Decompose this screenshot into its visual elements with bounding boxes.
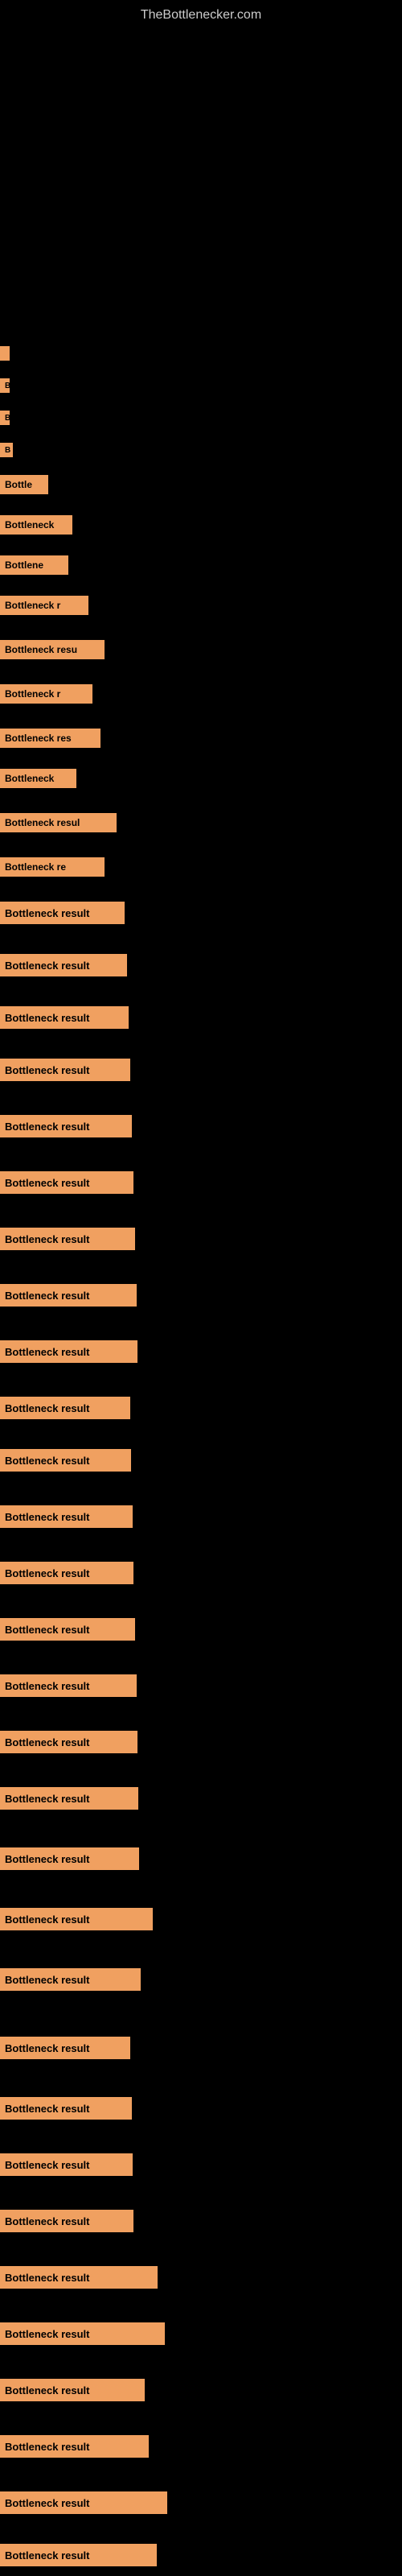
bar-row: Bottleneck result <box>0 1968 141 1991</box>
bottleneck-bar: Bottleneck result <box>0 2435 149 2458</box>
bottleneck-bar: Bottleneck r <box>0 684 92 704</box>
bottleneck-bar: Bottleneck result <box>0 1562 133 1584</box>
bar-row: Bottleneck result <box>0 1171 133 1194</box>
bottleneck-bar: Bottleneck result <box>0 2037 130 2059</box>
bar-row: Bottleneck result <box>0 2153 133 2176</box>
bottleneck-bar: Bottleneck result <box>0 1284 137 1307</box>
bottleneck-bar: Bottleneck result <box>0 2210 133 2232</box>
bar-row: Bottleneck result <box>0 1618 135 1641</box>
bar-row: Bottleneck result <box>0 1228 135 1250</box>
bar-row: Bottleneck resul <box>0 813 117 832</box>
bottleneck-bar: Bottleneck result <box>0 2097 132 2120</box>
bottleneck-bar: Bottleneck r <box>0 596 88 615</box>
bar-row: Bottleneck r <box>0 596 88 615</box>
bottleneck-bar: Bottleneck result <box>0 1674 137 1697</box>
bar-row: Bottleneck result <box>0 2097 132 2120</box>
bar-row: Bottlene <box>0 555 68 575</box>
bottleneck-bar: Bottle <box>0 475 48 494</box>
bar-row: Bottleneck result <box>0 2210 133 2232</box>
bottleneck-bar: Bottleneck result <box>0 2491 167 2514</box>
bar-row <box>0 346 10 361</box>
bottleneck-bar: Bottleneck result <box>0 1115 132 1137</box>
bottleneck-bar: Bottleneck resul <box>0 813 117 832</box>
bottleneck-bar: Bottleneck result <box>0 1006 129 1029</box>
bottleneck-bar: Bottlene <box>0 555 68 575</box>
bottleneck-bar: Bottleneck result <box>0 2379 145 2401</box>
bar-row: Bottleneck result <box>0 2435 149 2458</box>
bottleneck-bar: Bottleneck result <box>0 1908 153 1930</box>
bottleneck-bar: B <box>0 411 10 425</box>
bar-row: Bottleneck result <box>0 2322 165 2345</box>
bar-row: Bottleneck <box>0 515 72 535</box>
bottleneck-bar <box>0 346 10 361</box>
bottleneck-bar: Bottleneck <box>0 515 72 535</box>
bottleneck-bar: Bottleneck result <box>0 2322 165 2345</box>
bottleneck-bar: Bottleneck resu <box>0 640 105 659</box>
bar-row: Bottleneck result <box>0 1787 138 1810</box>
bottleneck-bar: Bottleneck result <box>0 1340 137 1363</box>
bar-row: Bottleneck resu <box>0 640 105 659</box>
bottleneck-bar: Bottleneck result <box>0 2153 133 2176</box>
bar-row: Bottleneck result <box>0 1340 137 1363</box>
bar-row: Bottleneck result <box>0 1505 133 1528</box>
bottleneck-bar: Bottleneck result <box>0 1787 138 1810</box>
bottleneck-bar: B <box>0 443 13 457</box>
bar-row: Bottleneck result <box>0 2266 158 2289</box>
bar-row: Bottleneck result <box>0 2379 145 2401</box>
bar-row: Bottleneck result <box>0 902 125 924</box>
bar-row: Bottleneck re <box>0 857 105 877</box>
bar-row: Bottleneck result <box>0 1059 130 1081</box>
bar-row: Bottleneck result <box>0 1397 130 1419</box>
bottleneck-bar: Bottleneck result <box>0 1449 131 1472</box>
bottleneck-bar: Bottleneck result <box>0 954 127 976</box>
bottleneck-bar: Bottleneck result <box>0 2544 157 2566</box>
bar-row: Bottleneck result <box>0 1006 129 1029</box>
bar-row: Bottleneck result <box>0 2491 167 2514</box>
bar-row: Bottle <box>0 475 48 494</box>
bar-row: Bottleneck result <box>0 1908 153 1930</box>
bar-row: Bottleneck result <box>0 954 127 976</box>
bottleneck-bar: Bottleneck result <box>0 1505 133 1528</box>
bar-row: Bottleneck result <box>0 1731 137 1753</box>
bottleneck-bar: Bottleneck result <box>0 1968 141 1991</box>
bar-row: Bottleneck result <box>0 1562 133 1584</box>
bar-row: Bottleneck res <box>0 729 100 748</box>
bar-row: Bottleneck <box>0 769 76 788</box>
bar-row: B <box>0 378 10 393</box>
bottleneck-bar: Bottleneck result <box>0 1228 135 1250</box>
bar-row: B <box>0 411 10 425</box>
bottleneck-bar: Bottleneck result <box>0 1618 135 1641</box>
bottleneck-bar: Bottleneck result <box>0 1731 137 1753</box>
bar-row: B <box>0 443 13 457</box>
bottleneck-bar: Bottleneck result <box>0 1171 133 1194</box>
bottleneck-bar: Bottleneck res <box>0 729 100 748</box>
bar-row: Bottleneck result <box>0 1284 137 1307</box>
bar-row: Bottleneck result <box>0 1674 137 1697</box>
site-title: TheBottlenecker.com <box>0 0 402 31</box>
bar-row: Bottleneck result <box>0 2544 157 2566</box>
bottleneck-bar: Bottleneck result <box>0 2266 158 2289</box>
bar-row: Bottleneck r <box>0 684 92 704</box>
bar-row: Bottleneck result <box>0 1449 131 1472</box>
bottleneck-bar: Bottleneck result <box>0 1397 130 1419</box>
bar-row: Bottleneck result <box>0 1847 139 1870</box>
bottleneck-bar: Bottleneck result <box>0 902 125 924</box>
bottleneck-bar: Bottleneck re <box>0 857 105 877</box>
bar-row: Bottleneck result <box>0 1115 132 1137</box>
bottleneck-bar: Bottleneck <box>0 769 76 788</box>
bar-row: Bottleneck result <box>0 2037 130 2059</box>
bottleneck-bar: Bottleneck result <box>0 1059 130 1081</box>
bottleneck-bar: Bottleneck result <box>0 1847 139 1870</box>
bottleneck-bar: B <box>0 378 10 393</box>
